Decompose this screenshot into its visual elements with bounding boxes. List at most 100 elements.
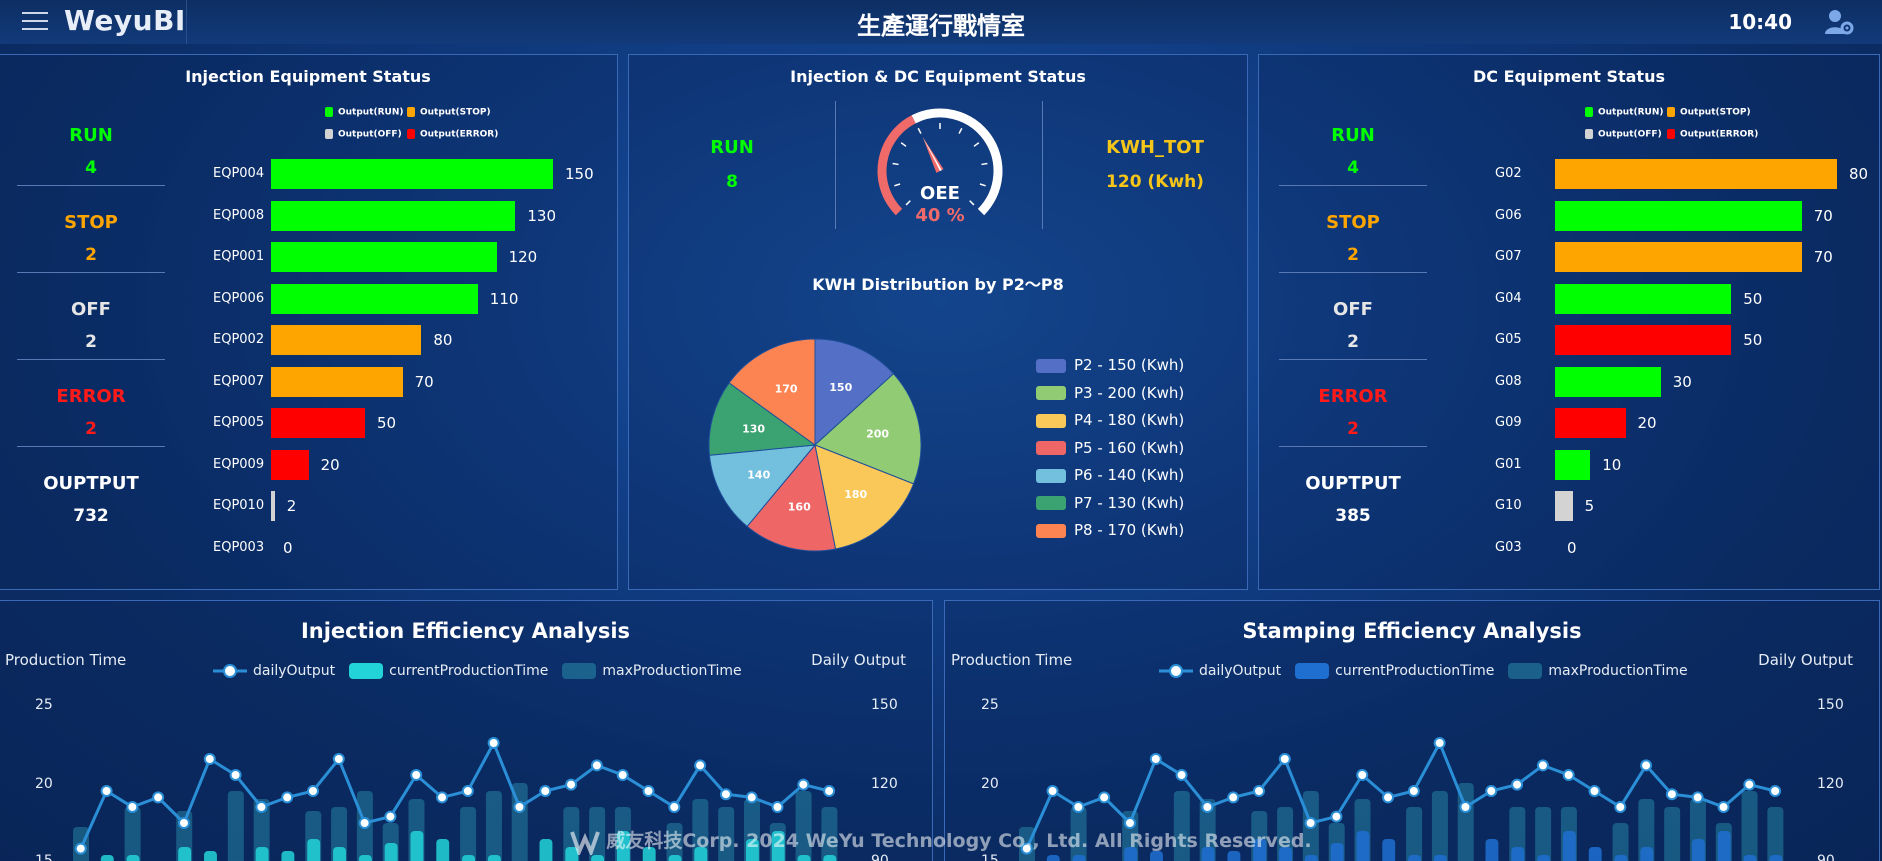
bar[interactable]	[271, 408, 365, 438]
daily-output-point[interactable]	[1046, 785, 1059, 797]
daily-output-point[interactable]	[1253, 785, 1265, 797]
bar-row[interactable]: G02 80	[1495, 159, 1875, 189]
bar-row[interactable]: EQP003 0	[213, 533, 613, 563]
legend-item[interactable]: Output(RUN)	[325, 107, 404, 118]
current-production-bar[interactable]	[668, 855, 682, 861]
current-production-bar[interactable]	[1304, 855, 1318, 861]
bar-row[interactable]: EQP010 2	[213, 491, 613, 521]
current-production-bar[interactable]	[797, 855, 811, 861]
legend-item[interactable]: P6 - 140 (Kwh)	[1036, 466, 1184, 494]
bar[interactable]	[1555, 449, 1591, 480]
bar[interactable]	[1555, 242, 1802, 272]
daily-output-point[interactable]	[152, 791, 165, 804]
daily-output-point[interactable]	[1665, 788, 1678, 801]
daily-output-point[interactable]	[1201, 801, 1214, 813]
daily-output-point[interactable]	[461, 785, 474, 797]
current-production-bar[interactable]	[1046, 855, 1060, 861]
daily-output-point[interactable]	[1640, 759, 1653, 772]
legend-item[interactable]: P4 - 180 (Kwh)	[1036, 411, 1184, 439]
daily-output-point[interactable]	[771, 801, 784, 813]
legend-item[interactable]: Output(RUN)	[1585, 107, 1664, 118]
current-production-bar[interactable]	[823, 855, 837, 861]
daily-output-point[interactable]	[1614, 801, 1627, 813]
daily-output-point[interactable]	[590, 759, 603, 772]
daily-output-point[interactable]	[1149, 753, 1162, 765]
daily-output-point[interactable]	[307, 785, 319, 797]
bar[interactable]	[1555, 325, 1732, 355]
bar-row[interactable]: EQP001 120	[213, 242, 613, 272]
daily-output-point[interactable]	[203, 753, 216, 765]
daily-output-point[interactable]	[1717, 801, 1730, 813]
daily-output-point[interactable]	[1433, 737, 1446, 749]
bar[interactable]	[271, 366, 403, 397]
current-production-bar[interactable]	[1743, 855, 1757, 861]
bar[interactable]	[1555, 491, 1573, 521]
daily-output-point[interactable]	[719, 788, 732, 801]
daily-output-point[interactable]	[668, 801, 681, 813]
legend-item[interactable]: maxProductionTime	[1508, 663, 1688, 679]
daily-output-point[interactable]	[1175, 769, 1188, 781]
bar-row[interactable]: G01 10	[1495, 449, 1875, 480]
daily-output-point[interactable]	[1459, 801, 1472, 813]
daily-output-point[interactable]	[1356, 769, 1369, 781]
bar-row[interactable]: G10 5	[1495, 491, 1875, 521]
legend-item[interactable]: P2 - 150 (Kwh)	[1036, 356, 1184, 384]
bar-row[interactable]: G03 0	[1495, 533, 1875, 563]
bar[interactable]	[271, 283, 478, 314]
user-settings-icon[interactable]	[1824, 8, 1854, 36]
current-production-bar[interactable]	[1433, 855, 1447, 861]
daily-output-point[interactable]	[436, 791, 449, 804]
daily-output-point[interactable]	[1227, 791, 1240, 804]
bar[interactable]	[1555, 408, 1626, 438]
current-production-bar[interactable]	[1072, 855, 1086, 861]
daily-output-point[interactable]	[1098, 791, 1111, 804]
daily-output-point[interactable]	[642, 785, 655, 797]
current-production-bar[interactable]	[100, 855, 114, 861]
bar[interactable]	[271, 449, 309, 480]
bar-row[interactable]: EQP005 50	[213, 408, 613, 438]
bar-row[interactable]: EQP007 70	[213, 366, 613, 397]
daily-output-point[interactable]	[513, 801, 526, 813]
bar-row[interactable]: EQP009 20	[213, 449, 613, 480]
bar-row[interactable]: EQP004 150	[213, 159, 613, 189]
legend-item[interactable]: P5 - 160 (Kwh)	[1036, 439, 1184, 467]
daily-output-point[interactable]	[410, 769, 423, 781]
daily-output-point[interactable]	[1330, 810, 1343, 823]
daily-output-point[interactable]	[539, 785, 552, 797]
daily-output-point[interactable]	[1588, 785, 1601, 797]
current-production-bar[interactable]	[126, 855, 140, 861]
daily-output-point[interactable]	[797, 778, 810, 791]
bar-row[interactable]: G06 70	[1495, 200, 1875, 231]
bar[interactable]	[271, 242, 497, 272]
current-production-bar[interactable]	[1537, 855, 1551, 861]
current-production-bar[interactable]	[1408, 855, 1421, 861]
daily-output-point[interactable]	[1562, 769, 1575, 781]
legend-item[interactable]: Output(OFF)	[325, 129, 402, 140]
daily-output-point[interactable]	[100, 785, 113, 797]
bar-row[interactable]: G08 30	[1495, 366, 1875, 397]
daily-output-point[interactable]	[1769, 785, 1782, 797]
current-production-bar[interactable]	[1769, 855, 1783, 861]
daily-output-point[interactable]	[694, 759, 707, 772]
current-production-bar[interactable]	[358, 855, 372, 861]
daily-output-point[interactable]	[1072, 801, 1085, 813]
daily-output-point[interactable]	[1485, 785, 1498, 797]
current-production-bar[interactable]	[591, 855, 605, 861]
daily-output-point[interactable]	[126, 801, 139, 813]
current-production-bar[interactable]	[1614, 855, 1628, 861]
bar[interactable]	[1555, 283, 1732, 314]
daily-output-point[interactable]	[1743, 778, 1756, 791]
daily-output-point[interactable]	[332, 753, 345, 765]
bar-row[interactable]: G07 70	[1495, 242, 1875, 272]
daily-output-point[interactable]	[229, 769, 242, 781]
legend-item[interactable]: P3 - 200 (Kwh)	[1036, 384, 1184, 412]
legend-item[interactable]: currentProductionTime	[349, 663, 548, 679]
bar[interactable]	[1555, 200, 1802, 231]
bar[interactable]	[271, 325, 422, 355]
daily-output-point[interactable]	[281, 791, 294, 804]
daily-output-point[interactable]	[1536, 759, 1549, 772]
daily-output-point[interactable]	[565, 778, 578, 791]
legend-item[interactable]: P7 - 130 (Kwh)	[1036, 494, 1184, 522]
legend-item[interactable]: Output(OFF)	[1585, 129, 1662, 140]
bar[interactable]	[271, 200, 516, 231]
